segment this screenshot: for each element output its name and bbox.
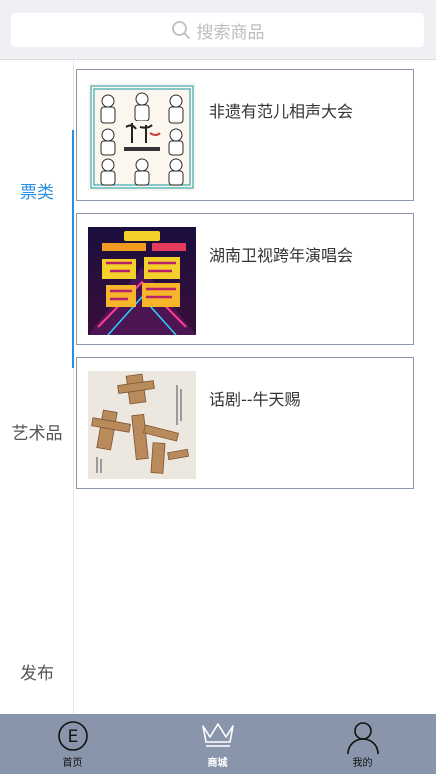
product-card[interactable]: 话剧--牛天赐 bbox=[76, 357, 414, 489]
user-icon bbox=[346, 722, 379, 754]
product-title: 话剧--牛天赐 bbox=[209, 390, 301, 409]
search-icon bbox=[171, 21, 190, 39]
crown-icon bbox=[201, 723, 234, 747]
sidebar-item-publish[interactable]: 发布 bbox=[0, 659, 74, 684]
product-image bbox=[88, 83, 196, 191]
bottom-tab-bar: E 首页 商城 我的 bbox=[0, 714, 436, 774]
tab-label: 商城 bbox=[207, 758, 228, 769]
product-title: 非遗有范儿相声大会 bbox=[209, 102, 354, 121]
product-card[interactable]: 湖南卫视跨年演唱会 bbox=[76, 213, 414, 345]
tab-mall[interactable]: 商城 bbox=[145, 714, 290, 774]
svg-text:E: E bbox=[67, 727, 78, 747]
product-list: 非遗有范儿相声大会 湖南卫视跨年演唱会 话剧--牛天赐 bbox=[74, 60, 436, 714]
tab-label: 我的 bbox=[352, 758, 373, 769]
sidebar-item-art[interactable]: 艺术品 bbox=[0, 419, 74, 444]
sidebar-item-tickets[interactable]: 票类 bbox=[0, 178, 74, 203]
tab-mine[interactable]: 我的 bbox=[290, 714, 435, 774]
tab-label: 首页 bbox=[62, 758, 83, 769]
product-title: 湖南卫视跨年演唱会 bbox=[209, 246, 354, 265]
tab-home[interactable]: E 首页 bbox=[0, 714, 145, 774]
product-card[interactable]: 非遗有范儿相声大会 bbox=[76, 69, 414, 201]
search-input[interactable]: 搜索商品 bbox=[11, 13, 424, 47]
product-image bbox=[88, 371, 196, 479]
category-sidebar: 票类 艺术品 发布 bbox=[0, 60, 74, 714]
product-image bbox=[88, 227, 196, 335]
search-bar: 搜索商品 bbox=[0, 0, 436, 60]
search-placeholder: 搜索商品 bbox=[196, 22, 265, 43]
home-e-icon: E bbox=[57, 721, 88, 751]
